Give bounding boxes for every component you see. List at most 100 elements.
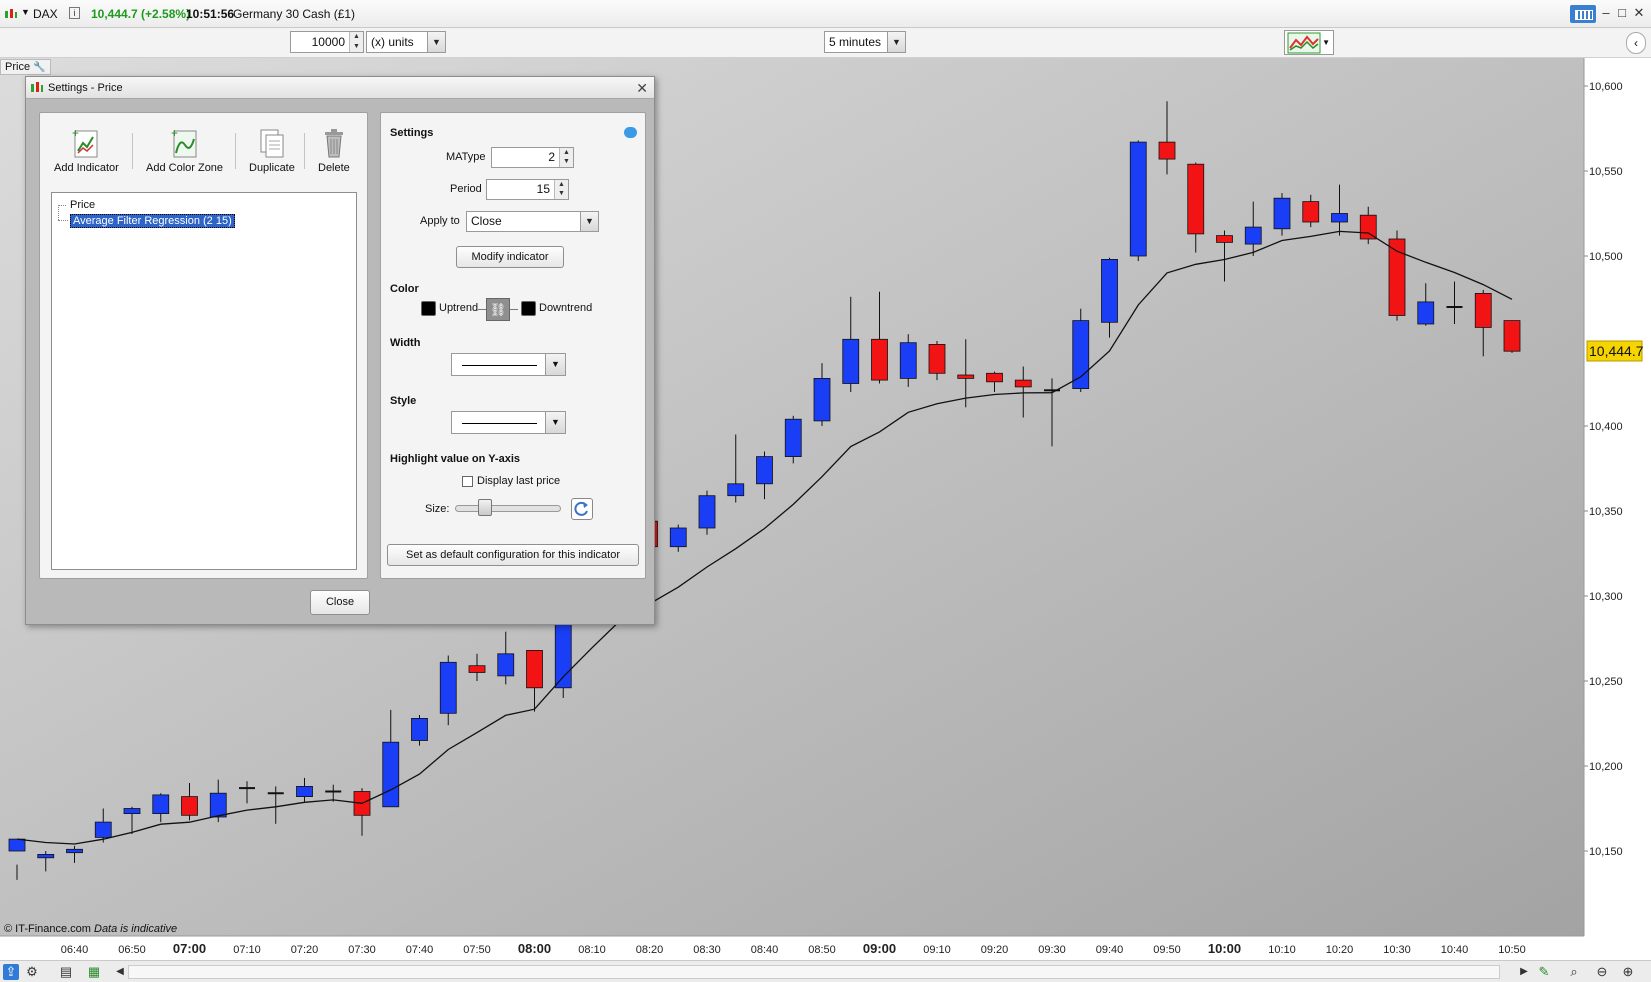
share-icon[interactable]: ⇪ — [3, 964, 19, 980]
maximize-icon[interactable]: □ — [1614, 5, 1630, 21]
minimize-icon[interactable]: – — [1598, 5, 1614, 21]
display-last-price-label[interactable]: Display last price — [477, 475, 560, 487]
add-color-zone-button[interactable]: + Add Color Zone — [146, 127, 223, 174]
chevron-down-icon[interactable]: ▼ — [427, 32, 445, 52]
horizontal-scrollbar[interactable] — [128, 965, 1500, 979]
candle-body — [957, 374, 975, 379]
x-tick-label: 07:50 — [463, 944, 491, 956]
display-last-price-checkbox[interactable] — [462, 476, 473, 487]
x-tick-label: 08:10 — [578, 944, 606, 956]
stepper-arrows-icon[interactable]: ▲ ▼ — [559, 148, 573, 167]
toolbar-separator — [304, 133, 305, 169]
matype-stepper[interactable]: 2 ▲ ▼ — [491, 147, 574, 168]
zoom-area-icon[interactable]: ⌕ — [1566, 964, 1582, 980]
close-icon[interactable]: ✕ — [636, 80, 648, 97]
stepper-arrows-icon[interactable]: ▲ ▼ — [349, 32, 363, 52]
units-select[interactable]: (x) units ▼ — [366, 31, 446, 53]
y-tick-label: 10,500 — [1589, 251, 1623, 263]
x-tick-label: 08:40 — [751, 944, 779, 956]
close-window-icon[interactable]: ✕ — [1631, 5, 1647, 21]
downtrend-color-swatch[interactable] — [521, 301, 536, 316]
connector-line — [478, 309, 486, 310]
y-tick-label: 10,300 — [1589, 591, 1623, 603]
candle-body — [181, 796, 198, 816]
indicator-menu-button[interactable]: ▼ — [1284, 30, 1334, 55]
price-panel-tab[interactable]: Price 🔧 — [0, 59, 51, 75]
svg-text:+: + — [72, 127, 79, 140]
candle-body — [1503, 320, 1521, 352]
period-stepper[interactable]: 15 ▲ ▼ — [486, 179, 569, 200]
candles-icon[interactable] — [4, 8, 18, 20]
candle-body — [871, 338, 888, 381]
uptrend-color-swatch[interactable] — [421, 301, 436, 316]
candle-body — [1187, 163, 1205, 235]
x-tick-label: 07:20 — [291, 944, 319, 956]
add-indicator-icon: + — [72, 127, 98, 158]
candle-body — [1101, 258, 1118, 323]
info-icon[interactable]: i — [69, 7, 80, 19]
candle-body — [497, 653, 515, 677]
close-button[interactable]: Close — [310, 590, 370, 615]
duplicate-button[interactable]: Duplicate — [249, 127, 295, 174]
wrench-icon[interactable]: 🔧 — [33, 62, 45, 73]
size-slider-track[interactable] — [455, 505, 561, 512]
candle-body — [468, 665, 486, 673]
candle-body — [152, 794, 170, 815]
uptrend-label: Uptrend — [439, 302, 479, 314]
bottom-toolbar: ⇪ ⚙ ▤ ▦ ◀ ▶ ✎ ⌕ ⊖ ⊕ — [0, 960, 1651, 982]
x-tick-label: 08:00 — [518, 941, 551, 956]
apply-to-label: Apply to — [420, 215, 460, 227]
candle[interactable] — [1388, 230, 1406, 321]
indicator-tree[interactable]: Price Average Filter Regression (2 15) — [51, 192, 357, 570]
chevron-down-icon[interactable]: ▼ — [1322, 38, 1330, 47]
scroll-right-icon[interactable]: ▶ — [1516, 964, 1532, 980]
modify-indicator-button[interactable]: Modify indicator — [456, 246, 564, 268]
symbol-label[interactable]: DAX — [33, 7, 58, 21]
set-default-configuration-button[interactable]: Set as default configuration for this in… — [387, 544, 639, 566]
y-axis-area[interactable] — [1584, 58, 1651, 936]
quantity-stepper[interactable]: 10000 ▲ ▼ — [290, 31, 364, 53]
stepper-arrows-icon[interactable]: ▲ ▼ — [554, 180, 568, 199]
tree-item-price[interactable]: Price — [70, 199, 95, 211]
size-slider-thumb[interactable] — [478, 499, 492, 516]
grid-icon[interactable]: ▦ — [86, 964, 102, 980]
keyboard-icon[interactable] — [1570, 5, 1596, 23]
candle[interactable] — [1503, 320, 1521, 353]
chevron-down-icon[interactable]: ▼ — [887, 32, 905, 52]
chevron-down-icon[interactable]: ▼ — [545, 354, 565, 375]
zoom-in-icon[interactable]: ⊕ — [1620, 964, 1636, 980]
delete-button[interactable]: Delete — [318, 127, 350, 174]
tree-item-average-filter-regression[interactable]: Average Filter Regression (2 15) — [70, 214, 235, 228]
candle-body — [1014, 379, 1032, 388]
add-color-zone-icon: + — [171, 127, 197, 158]
draw-tool-icon[interactable]: ✎ — [1536, 964, 1552, 980]
help-bubble-icon[interactable] — [624, 127, 637, 138]
add-indicator-button[interactable]: + Add Indicator — [54, 127, 119, 174]
list-icon[interactable]: ▤ — [58, 964, 74, 980]
candle-body — [842, 338, 860, 384]
apply-to-select[interactable]: Close ▼ — [466, 211, 599, 232]
zoom-out-icon[interactable]: ⊖ — [1594, 964, 1610, 980]
line-width-select[interactable]: ▼ — [451, 353, 566, 376]
dialog-title-bar[interactable]: Settings - Price ✕ — [26, 77, 654, 99]
timeframe-select[interactable]: 5 minutes ▼ — [824, 31, 906, 53]
chevron-down-icon[interactable]: ▼ — [580, 212, 598, 231]
reset-size-button[interactable] — [571, 498, 593, 520]
candle-body — [1417, 301, 1435, 325]
line-style-select[interactable]: ▼ — [451, 411, 566, 434]
collapse-chevron-icon[interactable]: ‹ — [1626, 32, 1646, 54]
scroll-left-icon[interactable]: ◀ — [112, 964, 128, 980]
chart-type-icon[interactable]: ⚙ — [24, 964, 40, 980]
candle[interactable] — [784, 415, 802, 464]
chevron-down-icon[interactable]: ▼ — [545, 412, 565, 433]
x-tick-label: 10:30 — [1383, 944, 1411, 956]
candle-body — [123, 808, 141, 814]
y-tick-label: 10,250 — [1589, 676, 1623, 688]
y-tick-label: 10,400 — [1589, 421, 1623, 433]
link-colors-icon[interactable]: ⛓ — [486, 298, 510, 321]
candle[interactable] — [1129, 140, 1147, 262]
candle-body — [1244, 226, 1262, 245]
symbol-dropdown-icon[interactable]: ▼ — [21, 7, 30, 17]
candle[interactable] — [698, 490, 716, 535]
x-tick-label: 10:40 — [1441, 944, 1469, 956]
